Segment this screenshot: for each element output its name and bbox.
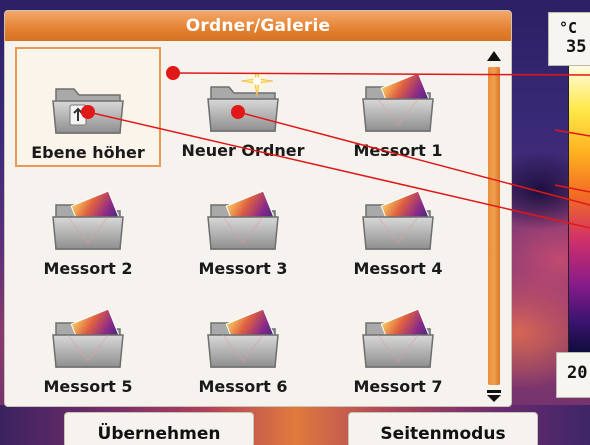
folder-item[interactable]: Messort 2 (15, 165, 161, 285)
scrollbar[interactable] (481, 47, 507, 403)
panel-title: Ordner/Galerie (5, 11, 511, 41)
folder-label: Messort 7 (353, 377, 443, 396)
temperature-min-box: 20 (556, 352, 590, 398)
temperature-unit: °C (559, 19, 578, 37)
folder-item[interactable]: Messort 3 (170, 165, 316, 285)
temperature-max-box: °C 35 (548, 12, 590, 66)
thermal-folder-icon (48, 190, 128, 255)
folder-item[interactable]: Messort 5 (15, 283, 161, 403)
folder-item[interactable]: Ebene höher (15, 47, 161, 167)
new-folder-icon (203, 64, 283, 137)
thermal-folder-icon (203, 308, 283, 373)
page-mode-button[interactable]: Seitenmodus (348, 412, 538, 445)
thermal-folder-icon (358, 72, 438, 137)
thermal-folder-icon (203, 190, 283, 255)
folder-label: Messort 4 (353, 259, 443, 278)
thermal-folder-icon (48, 308, 128, 373)
folder-item[interactable]: Messort 6 (170, 283, 316, 403)
folder-gallery-panel: Ordner/Galerie Ebene höher Neuer Ordner Me… (4, 10, 512, 407)
folder-item[interactable]: Messort 4 (325, 165, 471, 285)
scroll-thumb[interactable] (488, 67, 500, 385)
temperature-max-value: 35 (566, 37, 587, 57)
thermal-folder-icon (358, 190, 438, 255)
folder-label: Messort 1 (353, 141, 443, 160)
folder-item[interactable]: Neuer Ordner (170, 47, 316, 167)
scroll-up-arrow-icon[interactable] (485, 49, 503, 63)
temperature-color-scale (568, 66, 590, 356)
folder-up-icon (48, 75, 128, 139)
scroll-track[interactable] (488, 67, 500, 385)
temperature-min-value: 20 (567, 363, 588, 383)
accept-button[interactable]: Übernehmen (64, 412, 254, 445)
scroll-down-arrow-icon[interactable] (485, 389, 503, 403)
folder-item[interactable]: Messort 7 (325, 283, 471, 403)
folder-item[interactable]: Messort 1 (325, 47, 471, 167)
thermal-folder-icon (358, 308, 438, 373)
